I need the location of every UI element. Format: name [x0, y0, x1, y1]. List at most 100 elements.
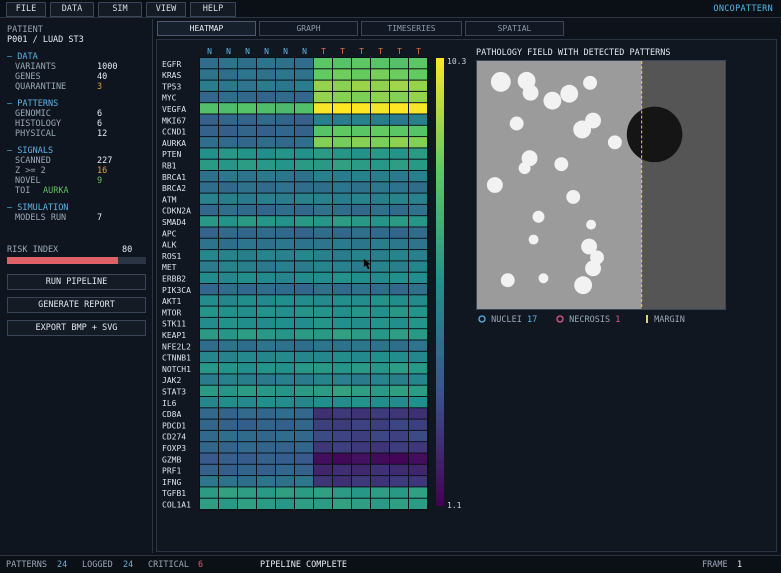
heatmap-cell [390, 317, 408, 329]
heatmap-cell [390, 306, 408, 317]
heatmap-cell [371, 114, 389, 125]
heatmap-cell [352, 80, 370, 91]
heatmap-cell [352, 317, 370, 329]
nucleus-blob [490, 71, 511, 92]
nucleus-blob [554, 157, 569, 172]
heatmap-cell [314, 91, 332, 103]
heatmap-cell [219, 329, 237, 340]
heatmap-cell [295, 284, 313, 295]
tab-heatmap[interactable]: HEATMAP [157, 21, 256, 36]
row-genomic-value: 6 [97, 109, 103, 119]
heatmap-cell [238, 498, 256, 509]
heatmap-cell [238, 453, 256, 464]
run-pipeline-button[interactable]: RUN PIPELINE [7, 274, 146, 290]
heatmap-cell [257, 103, 275, 114]
heatmap-cell [276, 91, 294, 103]
heatmap-cell [333, 227, 351, 238]
heatmap-cell [333, 272, 351, 283]
heatmap-cell [219, 261, 237, 272]
heatmap-cell [352, 487, 370, 498]
generate-report-button[interactable]: GENERATE REPORT [7, 297, 146, 313]
nucleus-blob [486, 177, 503, 193]
heatmap-cell [276, 317, 294, 329]
heatmap-cell [238, 329, 256, 340]
heatmap-cell [295, 351, 313, 363]
heatmap-cell [200, 148, 218, 159]
heatmap-cell [352, 69, 370, 80]
heatmap-column-label: T [359, 47, 364, 56]
heatmap-cell [371, 385, 389, 396]
menu-help[interactable]: HELP [190, 2, 236, 17]
heatmap-cell [371, 216, 389, 227]
heatmap-cell [295, 329, 313, 340]
heatmap-cell [257, 317, 275, 329]
status-critical-label: CRITICAL [148, 560, 189, 570]
heatmap-cell [257, 284, 275, 295]
heatmap-cell [238, 272, 256, 283]
heatmap-cell [314, 103, 332, 114]
heatmap-cell [238, 476, 256, 487]
margin-line-icon [646, 315, 648, 323]
heatmap-cell [295, 464, 313, 476]
heatmap-cell [352, 238, 370, 250]
tab-spatial[interactable]: SPATIAL [465, 21, 564, 36]
heatmap-cell [276, 171, 294, 182]
heatmap-cell [276, 182, 294, 193]
heatmap-cell [371, 340, 389, 351]
heatmap-cell [238, 91, 256, 103]
menu-data[interactable]: DATA [50, 2, 94, 17]
heatmap-cell [295, 227, 313, 238]
nucleus-blob [528, 234, 539, 245]
heatmap-cell [295, 171, 313, 182]
heatmap-cell [276, 193, 294, 204]
heatmap-cell [219, 159, 237, 170]
heatmap-cell [295, 295, 313, 306]
heatmap-cell [238, 182, 256, 193]
heatmap-cell [390, 69, 408, 80]
heatmap-cell [333, 464, 351, 476]
row-models-value: 7 [97, 213, 103, 223]
heatmap-cell [352, 58, 370, 69]
heatmap-cell [314, 148, 332, 159]
heatmap-cell [295, 159, 313, 170]
heatmap-row-label: ROS1 [162, 252, 181, 261]
heatmap-cell [333, 408, 351, 419]
heatmap-cell [409, 351, 427, 363]
heatmap-column-label: N [245, 47, 250, 56]
menu-file[interactable]: FILE [6, 2, 46, 17]
heatmap-cell [200, 69, 218, 80]
heatmap-cell [390, 476, 408, 487]
heatmap-cell [314, 80, 332, 91]
export-button[interactable]: EXPORT BMP + SVG [7, 320, 146, 336]
heatmap-row-label: APC [162, 229, 177, 238]
heatmap-cell [409, 430, 427, 442]
heatmap-cell [276, 69, 294, 80]
heatmap-cell [409, 250, 427, 261]
heatmap-cell [333, 261, 351, 272]
heatmap-cell [390, 238, 408, 250]
heatmap-cell [409, 284, 427, 295]
heatmap-cell [409, 114, 427, 125]
risk-bar [7, 257, 146, 264]
heatmap-cell [409, 464, 427, 476]
row-genes-value: 40 [97, 72, 108, 82]
menu-sim[interactable]: SIM [98, 2, 142, 17]
heatmap-cell [390, 430, 408, 442]
heatmap-cell [295, 103, 313, 114]
heatmap-cell [371, 374, 389, 385]
heatmap-cell [200, 385, 218, 396]
heatmap-cell [200, 80, 218, 91]
nucleus-blob [543, 91, 562, 110]
nucleus-blob [500, 273, 515, 288]
heatmap-cell [333, 295, 351, 306]
heatmap-cell [409, 261, 427, 272]
nucleus-blob [590, 250, 604, 265]
tab-timeseries[interactable]: TIMESERIES [361, 21, 462, 36]
tab-graph[interactable]: GRAPH [259, 21, 358, 36]
heatmap-cell [238, 137, 256, 148]
heatmap-cell [333, 80, 351, 91]
heatmap-cell [352, 351, 370, 363]
heatmap-cell [371, 306, 389, 317]
heatmap-cell [314, 182, 332, 193]
menu-view[interactable]: VIEW [146, 2, 186, 17]
